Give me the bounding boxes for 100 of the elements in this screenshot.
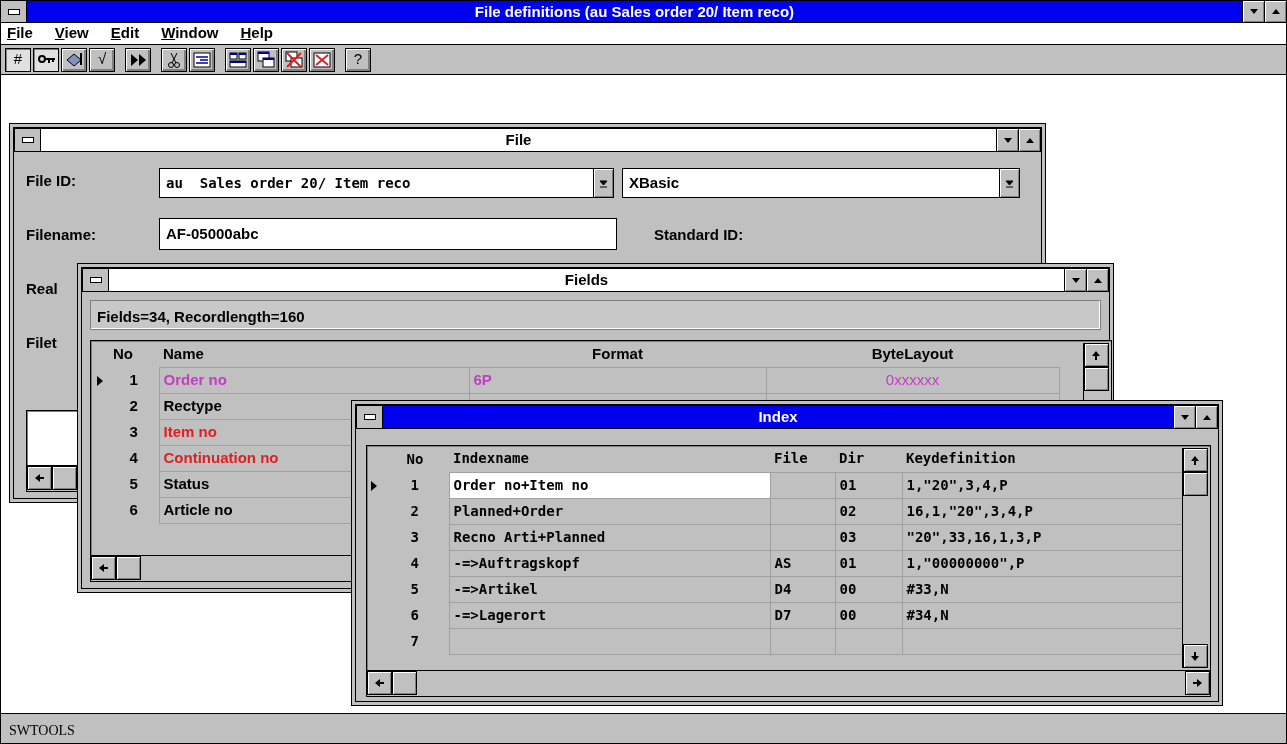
table-cell: Order no+Item no <box>449 472 770 498</box>
maximize-button[interactable] <box>1086 269 1108 291</box>
row-number: 6 <box>381 602 449 628</box>
scroll-up-button[interactable] <box>1183 448 1208 472</box>
row-number: 1 <box>381 472 449 498</box>
close-all-windows-icon <box>285 50 303 69</box>
system-menu-button[interactable] <box>15 129 41 151</box>
window-title: File definitions (au Sales order 20/ Item reco) <box>473 2 796 22</box>
file-id-dropdown[interactable]: au Sales order 20/ Item reco <box>159 168 614 198</box>
field-label: Filet <box>26 333 57 353</box>
close-window-icon <box>313 50 331 69</box>
maximize-button[interactable] <box>1195 406 1217 428</box>
scroll-thumb[interactable] <box>116 556 141 580</box>
scroll-thumb[interactable] <box>1183 472 1208 496</box>
minimize-button[interactable] <box>1173 406 1195 428</box>
scroll-thumb[interactable] <box>52 466 77 490</box>
toolbar-button[interactable] <box>33 47 59 72</box>
list-icon <box>193 50 211 69</box>
arrow-icon <box>1091 349 1102 361</box>
down-triangle-icon <box>1179 412 1190 422</box>
table-cell: D4 <box>770 576 835 602</box>
system-menu-icon <box>21 137 34 143</box>
toolbar-button[interactable] <box>253 47 279 72</box>
dropdown-arrow-icon <box>599 177 608 189</box>
row-number: 2 <box>381 498 449 524</box>
type-dropdown[interactable]: XBasic <box>622 168 1020 198</box>
tile-windows-icon <box>229 50 247 69</box>
toolbar-button[interactable] <box>189 47 215 72</box>
arrow-icon <box>1190 454 1201 466</box>
scissors-icon <box>165 50 183 69</box>
field-label: Real <box>26 279 58 299</box>
scroll-right-button[interactable] <box>1185 671 1210 695</box>
table-cell: -=>Artikel <box>449 576 770 602</box>
menu-item[interactable]: Help <box>240 22 273 45</box>
table-cell: 03 <box>835 524 902 550</box>
filename-field[interactable]: AF-05000abc <box>159 218 617 250</box>
system-menu-icon <box>363 414 376 420</box>
column-header: Name <box>159 341 469 367</box>
row-number: 4 <box>381 550 449 576</box>
cascade-windows-icon <box>257 50 275 69</box>
field-label: Filename: <box>26 225 97 245</box>
column-header: Keydefinition <box>902 446 1187 472</box>
toolbar-button[interactable] <box>61 47 87 72</box>
scroll-left-button[interactable] <box>367 671 392 695</box>
maximize-button[interactable] <box>1018 129 1040 151</box>
field-label: Standard ID: <box>654 225 744 245</box>
status-bar-text: SWTOOLS <box>1 713 1286 743</box>
toolbar-button[interactable]: ? <box>345 47 371 72</box>
row-number: 5 <box>109 471 159 497</box>
table-cell: 0xxxxxx <box>766 367 1059 393</box>
table-cell: -=>Lagerort <box>449 602 770 628</box>
row-number: 3 <box>381 524 449 550</box>
row-number: 3 <box>109 419 159 445</box>
table-cell: D7 <box>770 602 835 628</box>
down-triangle-icon <box>1070 275 1081 285</box>
system-menu-button[interactable] <box>83 269 109 291</box>
table-cell: 6P <box>469 367 766 393</box>
toolbar-button[interactable] <box>309 47 335 72</box>
menu-item[interactable]: Edit <box>110 22 140 45</box>
row-number: 6 <box>109 497 159 523</box>
scroll-thumb[interactable] <box>392 671 417 695</box>
toolbar-button[interactable] <box>281 47 307 72</box>
minimize-button[interactable] <box>1064 269 1086 291</box>
scroll-up-button[interactable] <box>1084 343 1109 367</box>
table-cell: AS <box>770 550 835 576</box>
system-menu-icon <box>89 277 102 283</box>
scroll-down-button[interactable] <box>1183 644 1208 668</box>
toolbar-button[interactable]: √ <box>89 47 115 72</box>
minimize-button[interactable] <box>1242 1 1264 22</box>
table-cell: 00 <box>835 576 902 602</box>
minimize-button[interactable] <box>996 129 1018 151</box>
menu-item[interactable]: Window <box>161 22 219 45</box>
table-cell: 01 <box>835 550 902 576</box>
maximize-button[interactable] <box>1264 1 1286 22</box>
toolbar-button[interactable] <box>225 47 251 72</box>
arrow-icon <box>98 562 109 574</box>
window-title: Fields <box>563 270 610 290</box>
system-menu-icon <box>7 8 20 15</box>
scroll-thumb[interactable] <box>1084 367 1109 391</box>
table-cell: -=>Auftragskopf <box>449 550 770 576</box>
arrow-icon <box>34 472 45 484</box>
window-title: Index <box>757 407 799 427</box>
menu-item[interactable]: File <box>7 22 33 45</box>
toolbar-button[interactable] <box>125 47 151 72</box>
system-menu-button[interactable] <box>1 1 27 22</box>
toolbar-button[interactable]: # <box>5 47 31 72</box>
row-pointer-icon <box>371 480 377 491</box>
scroll-left-button[interactable] <box>27 466 52 490</box>
system-menu-button[interactable] <box>357 406 383 428</box>
toolbar-button[interactable] <box>161 47 187 72</box>
table-cell: 01 <box>835 472 902 498</box>
column-header: ByteLayout <box>766 341 1059 367</box>
table-cell: Order no <box>159 367 469 393</box>
up-triangle-icon <box>1270 7 1281 16</box>
status-text: Fields=34, Recordlength=160 <box>90 300 1101 330</box>
window-title: File <box>504 130 533 150</box>
menu-item[interactable]: View <box>54 22 89 45</box>
table-cell: Recno Arti+Planned <box>449 524 770 550</box>
scroll-left-button[interactable] <box>91 556 116 580</box>
column-header: Dir <box>835 446 902 472</box>
